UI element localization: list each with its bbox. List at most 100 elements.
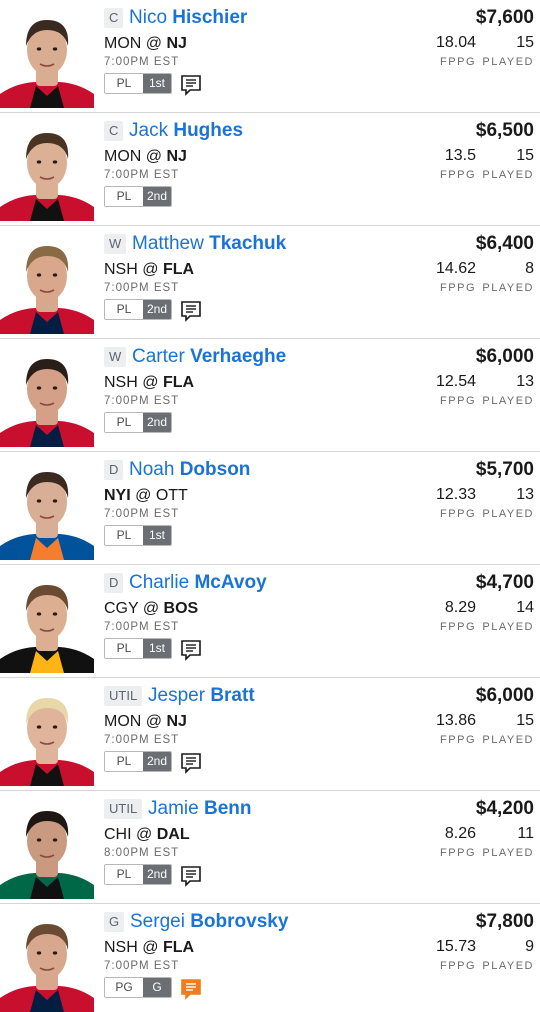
games-played-value: 14 [516, 599, 534, 616]
home-team: NJ [166, 713, 187, 730]
game-time: 7:00PM EST [104, 169, 180, 181]
player-first-name: Jamie [148, 798, 199, 819]
player-name-link[interactable]: Noah Dobson [129, 458, 250, 482]
games-played-value: 15 [516, 34, 534, 51]
roster-slot-label: PL [105, 413, 143, 432]
fppg-label: FPPG [440, 621, 476, 633]
player-name-link[interactable]: Jack Hughes [129, 119, 243, 143]
player-last-name: Dobson [179, 459, 251, 480]
player-name-link[interactable]: Sergei Bobrovsky [130, 910, 288, 934]
line-number-label: 2nd [143, 413, 172, 432]
played-label: PLAYED [482, 734, 534, 746]
line-indicator: PL 2nd [104, 864, 173, 885]
played-label: PLAYED [482, 282, 534, 294]
position-badge: UTIL [104, 799, 143, 819]
player-row[interactable]: UTIL Jesper Bratt MON @ NJ 7:00PM EST PL… [0, 678, 540, 791]
played-label: PLAYED [482, 508, 534, 520]
at-symbol: @ [142, 939, 159, 956]
fppg-value: 12.54 [435, 373, 476, 390]
player-name-link[interactable]: Nico Hischier [129, 6, 247, 30]
fppg-label: FPPG [440, 960, 476, 972]
player-row[interactable]: C Jack Hughes MON @ NJ 7:00PM EST PL 2nd… [0, 113, 540, 226]
line-number-label: 1st [143, 74, 171, 93]
player-photo [0, 458, 94, 560]
player-name-link[interactable]: Jesper Bratt [148, 684, 255, 708]
matchup: MON @ NJ [104, 34, 187, 54]
played-label: PLAYED [482, 621, 534, 633]
position-badge: D [104, 460, 124, 480]
fppg-value: 8.26 [444, 825, 476, 842]
salary: $6,000 [475, 685, 534, 706]
player-last-name: Benn [203, 798, 252, 819]
position-badge: G [104, 912, 125, 932]
games-played-value: 8 [525, 260, 534, 277]
matchup: CGY @ BOS [104, 599, 198, 619]
game-time: 8:00PM EST [104, 847, 180, 859]
line-number-label: 1st [143, 639, 171, 658]
player-photo [0, 910, 94, 1012]
home-team: BOS [163, 600, 199, 617]
line-indicator: PL 1st [104, 638, 172, 659]
player-name-link[interactable]: Charlie McAvoy [129, 571, 267, 595]
away-team: MON [104, 148, 142, 165]
roster-slot-label: PL [105, 752, 143, 771]
player-headshot-image [0, 345, 94, 447]
roster-slot-label: PL [105, 526, 143, 545]
player-headshot-image [0, 910, 94, 1012]
player-name-link[interactable]: Carter Verhaeghe [132, 345, 286, 369]
player-news-icon[interactable] [180, 865, 202, 887]
player-row[interactable]: D Charlie McAvoy CGY @ BOS 7:00PM EST PL… [0, 565, 540, 678]
at-symbol: @ [145, 148, 163, 165]
player-row[interactable]: W Matthew Tkachuk NSH @ FLA 7:00PM EST P… [0, 226, 540, 339]
away-team: MON [104, 713, 142, 730]
player-first-name: Nico [129, 7, 168, 28]
matchup: NYI @ OTT [104, 486, 188, 506]
home-team: DAL [156, 826, 190, 843]
roster-slot-label: PL [105, 74, 143, 93]
position-badge: D [104, 573, 124, 593]
at-symbol: @ [145, 35, 163, 52]
matchup: NSH @ FLA [104, 938, 194, 958]
game-time: 7:00PM EST [104, 621, 180, 633]
player-photo [0, 684, 94, 786]
line-indicator: PG G [104, 977, 172, 998]
player-headshot-image [0, 6, 94, 108]
player-headshot-image [0, 458, 94, 560]
game-time: 7:00PM EST [104, 508, 180, 520]
position-badge: C [104, 8, 124, 28]
player-row[interactable]: UTIL Jamie Benn CHI @ DAL 8:00PM EST PL … [0, 791, 540, 904]
player-headshot-image [0, 232, 94, 334]
player-last-name: Verhaeghe [190, 346, 287, 367]
line-indicator: PL 1st [104, 73, 172, 94]
away-team: NSH [104, 374, 138, 391]
fppg-value: 8.29 [444, 599, 476, 616]
player-first-name: Matthew [132, 233, 204, 254]
fppg-label: FPPG [440, 395, 476, 407]
home-team: FLA [162, 374, 195, 391]
player-first-name: Charlie [129, 572, 190, 593]
player-row[interactable]: G Sergei Bobrovsky NSH @ FLA 7:00PM EST … [0, 904, 540, 1012]
salary: $6,000 [475, 346, 534, 367]
player-photo [0, 345, 94, 447]
player-news-icon[interactable] [180, 74, 202, 96]
fppg-label: FPPG [440, 169, 476, 181]
player-news-icon[interactable] [180, 752, 202, 774]
player-news-icon[interactable] [180, 639, 202, 661]
player-news-icon[interactable] [180, 978, 202, 1000]
played-label: PLAYED [482, 847, 534, 859]
away-team: CGY [104, 600, 139, 617]
player-row[interactable]: D Noah Dobson NYI @ OTT 7:00PM EST PL 1s… [0, 452, 540, 565]
player-headshot-image [0, 684, 94, 786]
player-news-icon[interactable] [180, 300, 202, 322]
player-row[interactable]: C Nico Hischier MON @ NJ 7:00PM EST PL 1… [0, 0, 540, 113]
at-symbol: @ [142, 261, 159, 278]
player-name-link[interactable]: Jamie Benn [148, 797, 251, 821]
home-team: NJ [166, 148, 187, 165]
player-name-link[interactable]: Matthew Tkachuk [132, 232, 286, 256]
games-played-value: 9 [525, 938, 534, 955]
player-last-name: McAvoy [194, 572, 267, 593]
games-played-value: 15 [516, 712, 534, 729]
player-first-name: Jack [129, 120, 169, 141]
game-time: 7:00PM EST [104, 734, 180, 746]
player-row[interactable]: W Carter Verhaeghe NSH @ FLA 7:00PM EST … [0, 339, 540, 452]
